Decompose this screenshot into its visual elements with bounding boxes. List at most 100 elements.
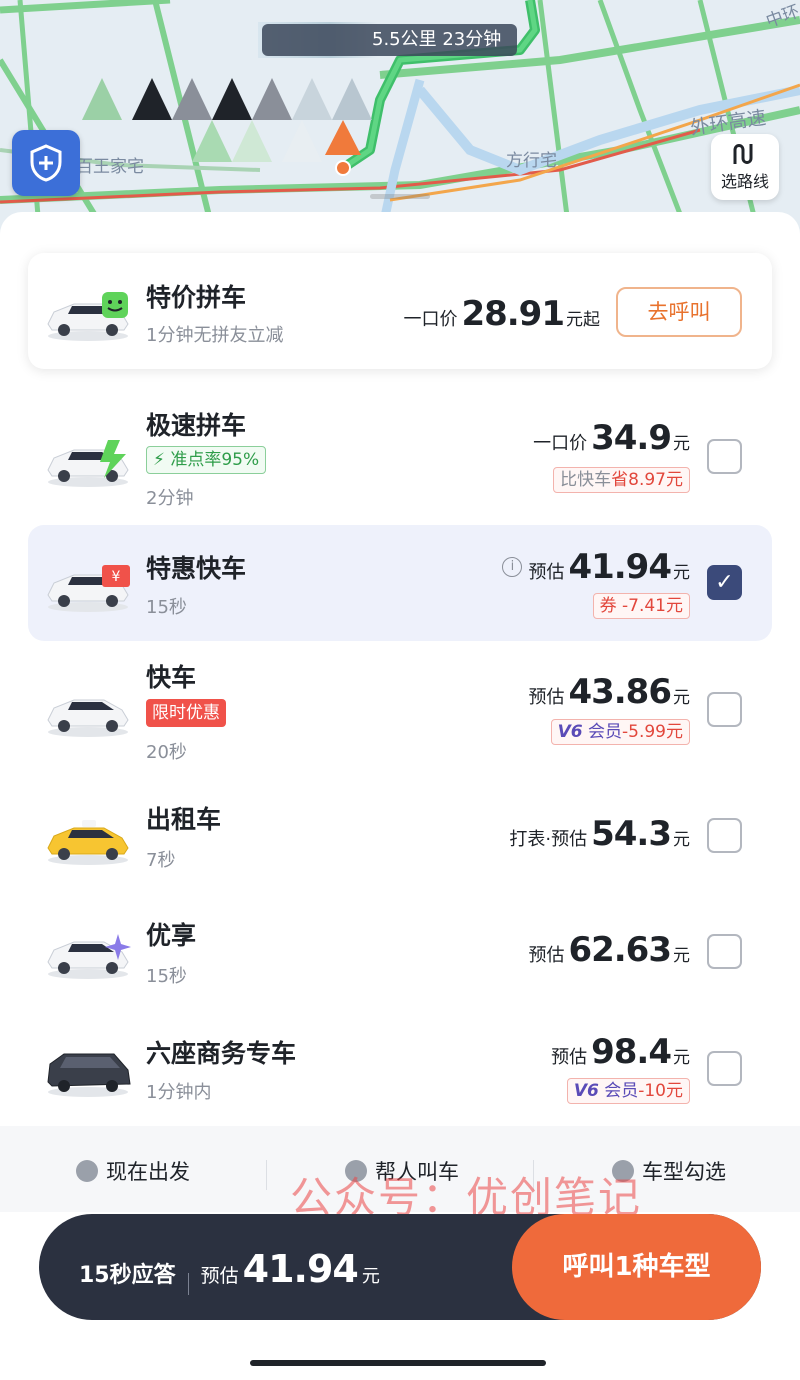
- svg-text:¥: ¥: [112, 569, 121, 585]
- option-eta: 15秒: [146, 966, 187, 987]
- option-checkbox[interactable]: [707, 818, 742, 853]
- v6-badge: V6: [573, 1081, 599, 1101]
- ride-option-express[interactable]: 快车 限时优惠 20秒 预估 43.86 元 V6 会员-5.99元: [0, 652, 800, 776]
- option-eta: 20秒: [146, 742, 187, 763]
- car-discount-express-icon: ¥: [47, 565, 130, 612]
- ride-option-discount-express[interactable]: ¥ 特惠快车 15秒 i 预估 41.94 元 券 -7.41元 ✓: [0, 525, 800, 641]
- member-discount: -5.99元: [622, 722, 683, 742]
- savings-label: 比快车: [560, 470, 612, 490]
- car-carpool-icon: [47, 292, 129, 341]
- price-prefix: 打表·预估: [509, 829, 588, 850]
- featured-name: 特价拼车: [146, 283, 247, 312]
- option-price: 预估 62.63 元: [528, 930, 690, 970]
- price-unit: 元: [673, 1048, 690, 1068]
- price-value: 62.63: [568, 930, 672, 970]
- ride-option-premium[interactable]: 优享 15秒 预估 62.63 元: [0, 906, 800, 1006]
- ride-option-express-carpool[interactable]: 极速拼车 ⚡ 准点率95% 2分钟 一口价 34.9 元 比快车省8.97元: [0, 388, 800, 512]
- route-icon: [733, 144, 753, 164]
- price-prefix: 预估: [528, 945, 565, 966]
- price-prefix: 预估: [528, 687, 565, 708]
- price-prefix: 一口价: [533, 433, 588, 454]
- option-eta: 7秒: [146, 850, 176, 871]
- member-discount-badge: V6 会员-10元: [566, 1078, 690, 1104]
- member-label: 会员: [588, 722, 622, 742]
- option-checkbox-checked[interactable]: ✓: [707, 565, 742, 600]
- option-price: 预估 43.86 元: [528, 672, 690, 712]
- price-prefix: 一口价: [403, 309, 458, 330]
- map-view[interactable]: 5.5公里 23分钟 百王家宅 方行宅 外环高速 中环 选路线: [0, 0, 800, 240]
- option-checkbox[interactable]: [707, 439, 742, 474]
- price-unit: 元: [673, 830, 690, 850]
- featured-call-button[interactable]: 去呼叫: [616, 287, 742, 337]
- option-checkbox[interactable]: [707, 692, 742, 727]
- ride-option-six-seat-business[interactable]: 六座商务专车 1分钟内 预估 98.4 元 V6 会员-10元: [0, 1022, 800, 1122]
- clock-icon: [76, 1160, 98, 1182]
- map-label-1: 百王家宅: [76, 157, 144, 177]
- car-express-icon: [47, 699, 129, 737]
- price-prefix: 预估: [528, 562, 565, 583]
- car-express-carpool-icon: [47, 440, 129, 487]
- depart-now-label: 现在出发: [106, 1160, 190, 1184]
- drag-handle[interactable]: [370, 194, 430, 199]
- route-select-label: 选路线: [720, 172, 769, 191]
- price-value: 34.9: [591, 418, 672, 458]
- price-value: 54.3: [591, 814, 672, 854]
- price-unit: 元: [673, 563, 690, 583]
- privacy-mosaic: [82, 78, 372, 162]
- car-taxi-icon: [47, 820, 129, 865]
- price-prefix: 预估: [551, 1047, 588, 1068]
- estimate-summary: 15秒应答 预估 41.94 元: [79, 1214, 380, 1320]
- price-unit: 元: [673, 946, 690, 966]
- option-name: 优享: [146, 921, 197, 950]
- price-unit: 元起: [566, 310, 600, 330]
- safety-button[interactable]: [12, 130, 80, 196]
- option-name: 极速拼车: [146, 411, 247, 440]
- member-discount: -10元: [638, 1081, 683, 1101]
- savings-badge: 比快车省8.97元: [553, 467, 690, 493]
- option-price: 打表·预估 54.3 元: [509, 814, 690, 854]
- home-indicator[interactable]: [250, 1360, 546, 1366]
- price-value: 43.86: [568, 672, 672, 712]
- option-eta: 2分钟: [146, 488, 194, 509]
- response-time: 15秒应答: [79, 1263, 176, 1288]
- separator: [187, 1272, 189, 1295]
- shield-plus-icon: [30, 144, 62, 182]
- route-info-chip: 5.5公里 23分钟: [262, 24, 518, 56]
- option-name: 快车: [146, 663, 197, 692]
- info-icon[interactable]: i: [502, 557, 523, 577]
- option-name: 出租车: [146, 805, 222, 834]
- call-ride-button[interactable]: 呼叫1种车型: [512, 1214, 761, 1320]
- on-time-badge: ⚡ 准点率95%: [146, 446, 267, 474]
- route-select-button[interactable]: 选路线: [711, 134, 779, 200]
- option-eta: 15秒: [146, 597, 187, 618]
- coupon-badge: 券 -7.41元: [592, 593, 690, 619]
- depart-now-option[interactable]: 现在出发: [76, 1156, 190, 1186]
- option-name: 特惠快车: [146, 554, 247, 583]
- option-price: 预估 98.4 元: [551, 1032, 690, 1072]
- option-checkbox[interactable]: [707, 1051, 742, 1086]
- v6-badge: V6: [557, 722, 583, 742]
- member-discount-badge: V6 会员-5.99元: [550, 719, 690, 745]
- member-label: 会员: [604, 1081, 639, 1101]
- option-price: 一口价 34.9 元: [533, 418, 690, 458]
- price-value: 41.94: [568, 547, 672, 587]
- price-value: 28.91: [461, 294, 565, 334]
- price-unit: 元: [673, 688, 690, 708]
- ride-option-taxi[interactable]: 出租车 7秒 打表·预估 54.3 元: [0, 790, 800, 890]
- divider: [266, 1160, 267, 1190]
- option-checkbox[interactable]: [707, 934, 742, 969]
- estimate-prefix: 预估: [200, 1265, 239, 1287]
- option-eta: 1分钟内: [146, 1082, 212, 1103]
- price-value: 98.4: [591, 1032, 672, 1072]
- featured-price: 一口价 28.91 元起: [403, 294, 600, 334]
- car-type-select-label: 车型勾选: [642, 1160, 726, 1184]
- estimate-unit: 元: [361, 1266, 380, 1287]
- option-name: 六座商务专车: [146, 1039, 297, 1068]
- option-price: i 预估 41.94 元: [502, 547, 690, 587]
- on-time-badge-text: 准点率95%: [170, 450, 260, 470]
- price-unit: 元: [673, 434, 690, 454]
- estimate-price: 41.94: [242, 1247, 359, 1291]
- car-business-van-icon: [47, 1053, 131, 1097]
- coupon-value: -7.41元: [622, 596, 683, 616]
- savings-value: 省8.97元: [611, 470, 683, 490]
